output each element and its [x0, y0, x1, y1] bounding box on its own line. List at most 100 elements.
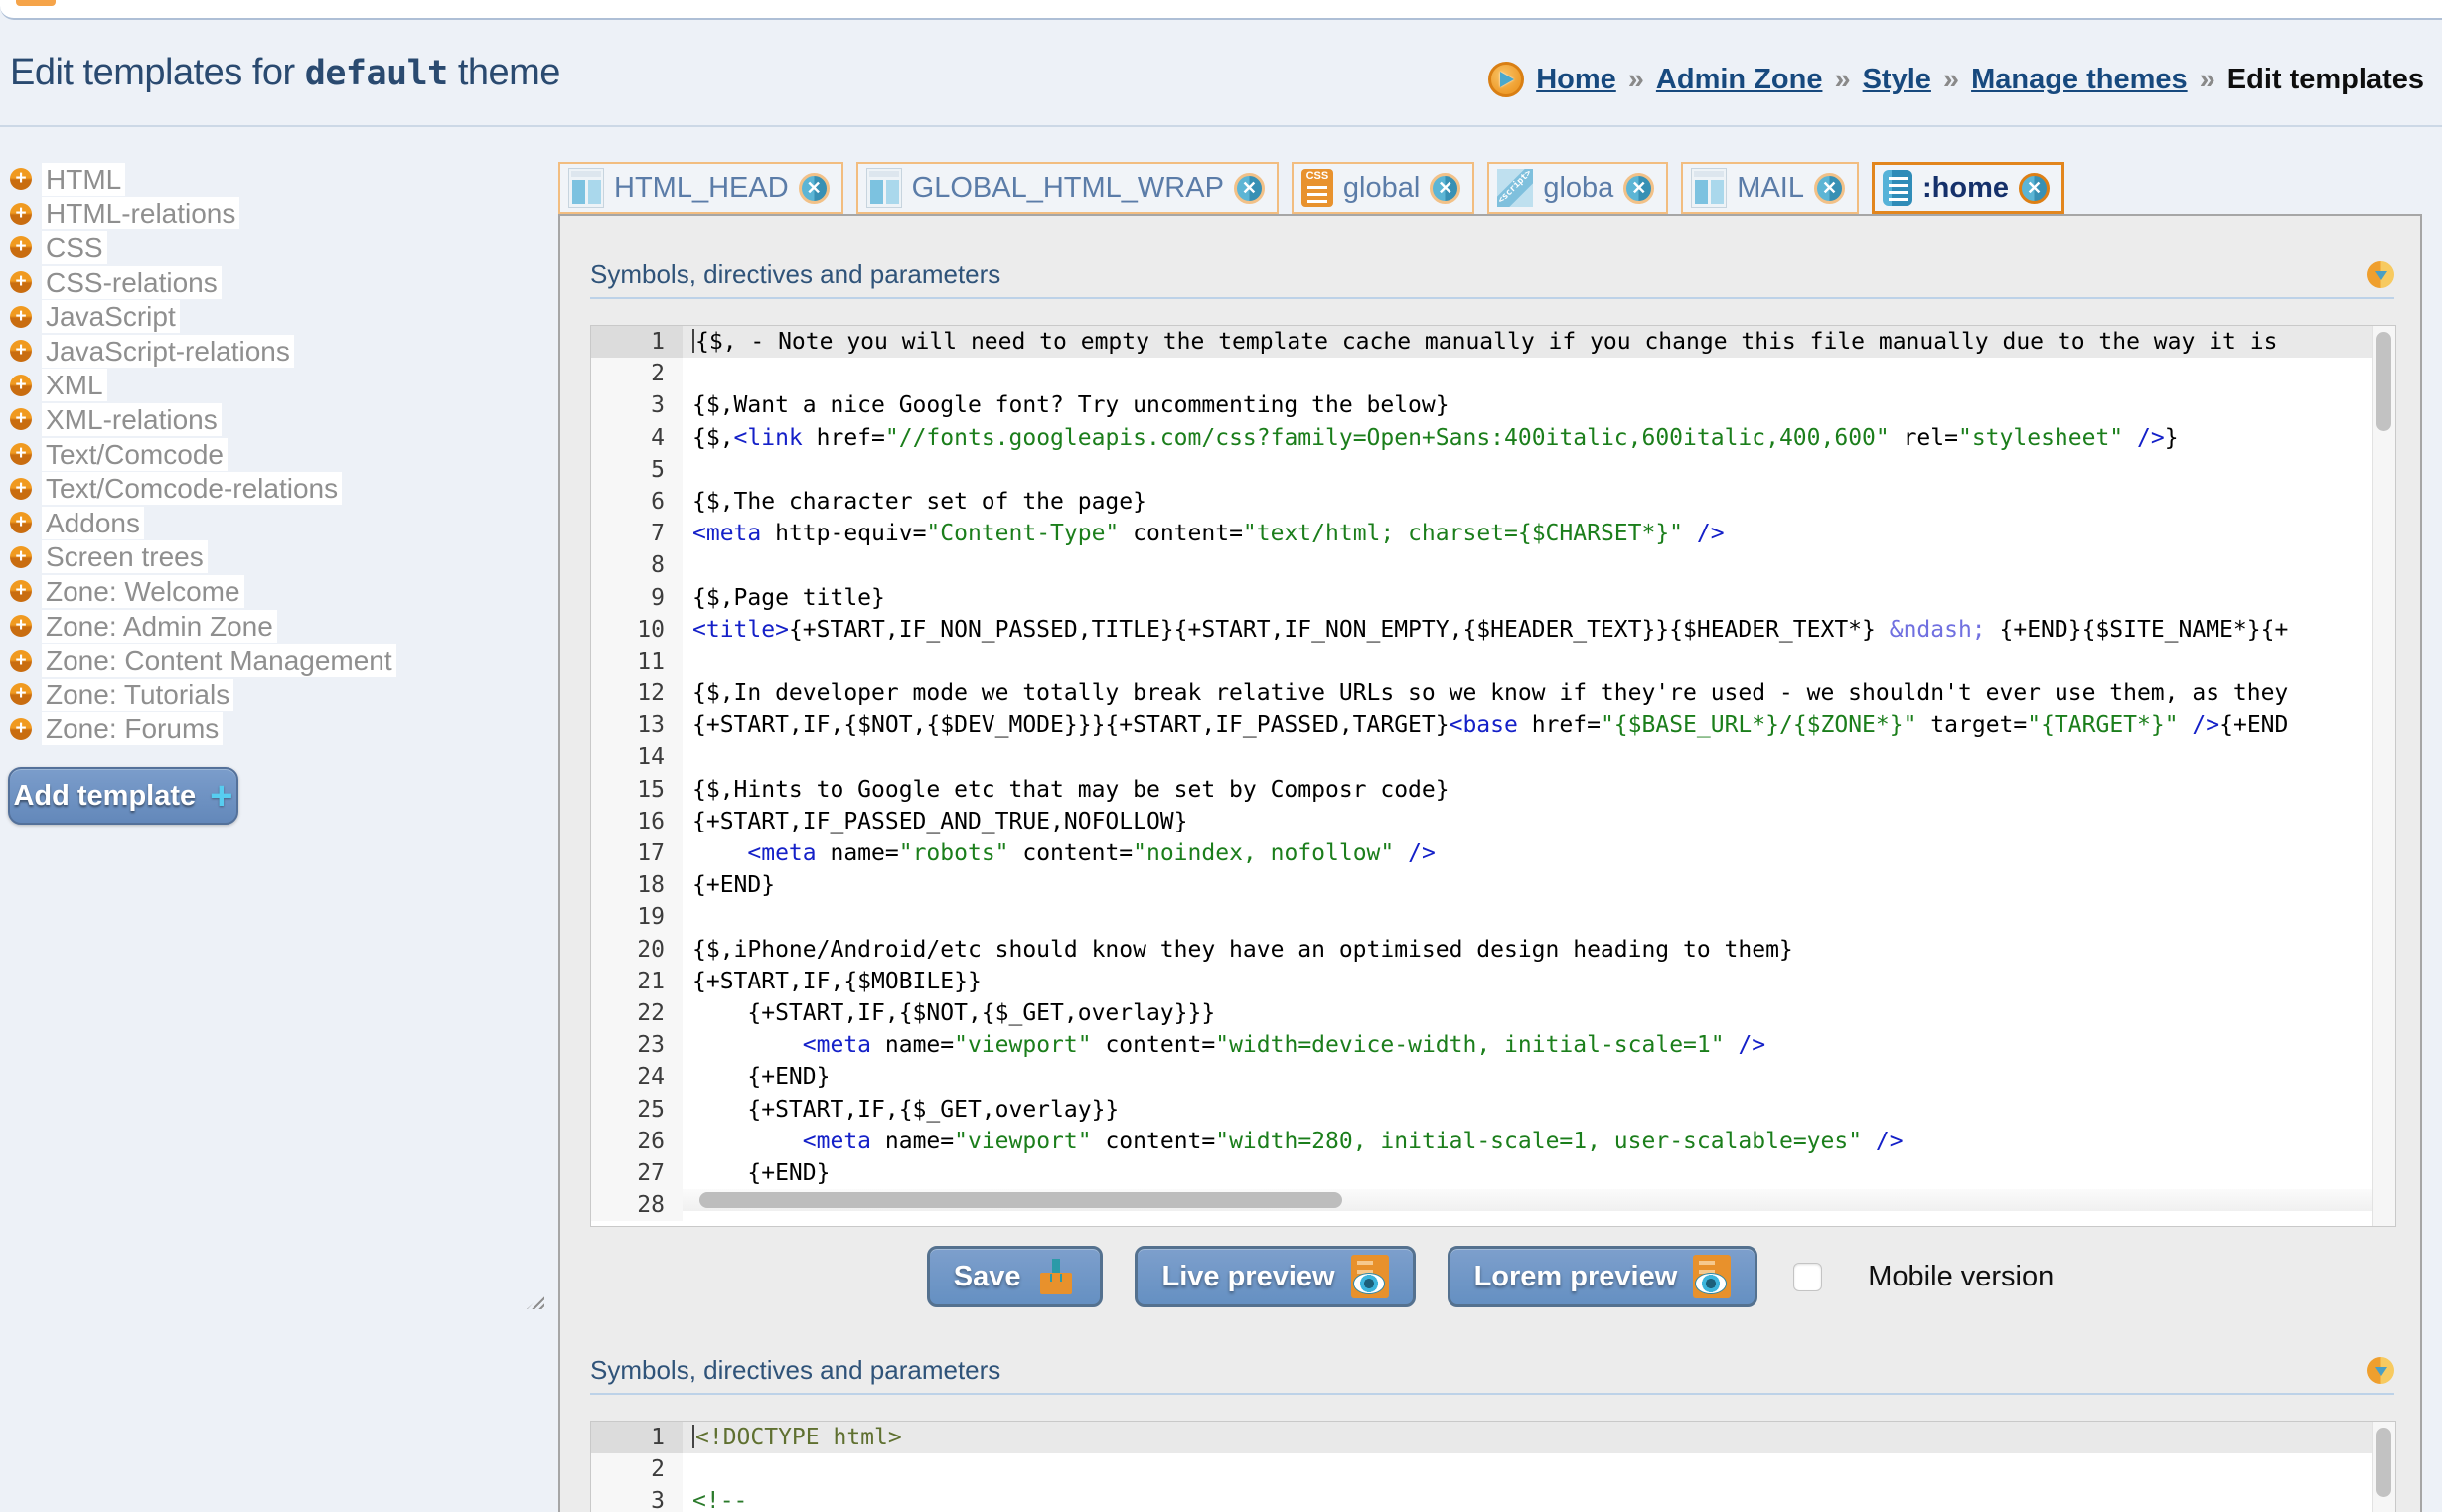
- sidebar-item-text-comcode[interactable]: +Text/Comcode: [10, 437, 546, 472]
- template-editor-main[interactable]: 1{$, - Note you will need to empty the t…: [590, 325, 2396, 1227]
- close-icon[interactable]: ✕: [2019, 173, 2050, 204]
- sidebar-item-addons[interactable]: +Addons: [10, 506, 546, 540]
- sidebar-item-label: Zone: Admin Zone: [42, 610, 277, 643]
- line-number: 12: [591, 678, 683, 709]
- plus-circle-icon: +: [10, 236, 32, 258]
- code-line: 11: [591, 646, 2395, 678]
- sidebar-item-css[interactable]: + CSS: [10, 230, 546, 265]
- tab-label: GLOBAL_HTML_WRAP: [912, 172, 1224, 205]
- close-icon[interactable]: ✕: [1234, 173, 1265, 204]
- code-text: {+START,IF,{$NOT,{$DEV_MODE}}}{+START,IF…: [683, 709, 2395, 741]
- code-text: [683, 901, 2395, 933]
- save-button[interactable]: Save: [927, 1246, 1104, 1307]
- sidebar-item-screen-trees[interactable]: +Screen trees: [10, 540, 546, 575]
- code-text: [683, 1453, 2395, 1485]
- plus-circle-icon: +: [10, 408, 32, 430]
- tab-global-html-wrap[interactable]: GLOBAL_HTML_WRAP ✕: [856, 162, 1279, 214]
- plus-circle-icon: +: [10, 271, 32, 293]
- add-template-button[interactable]: Add template +: [8, 767, 238, 825]
- code-text: {$,Page title}: [683, 582, 2395, 614]
- preview-eye-icon: [1693, 1255, 1731, 1298]
- sidebar-item-zone-tutorials[interactable]: +Zone: Tutorials: [10, 678, 546, 712]
- code-text: {+START,IF,{$_GET,overlay}}: [683, 1094, 2395, 1126]
- page-layout-icon: [1691, 168, 1727, 208]
- plus-circle-icon: +: [10, 478, 32, 500]
- tab-home[interactable]: :home ✕: [1872, 162, 2064, 214]
- close-icon[interactable]: ✕: [1814, 173, 1845, 204]
- breadcrumb-admin-zone[interactable]: Admin Zone: [1656, 64, 1823, 96]
- code-text: <title>{+START,IF_NON_PASSED,TITLE}{+STA…: [683, 614, 2395, 646]
- sidebar-item-javascript-relations[interactable]: +JavaScript-relations: [10, 334, 546, 369]
- sidebar-item-label: CSS: [42, 231, 107, 264]
- section-toggle-icon[interactable]: [2367, 261, 2394, 288]
- save-button-label: Save: [954, 1261, 1021, 1293]
- code-text: {$, - Note you will need to empty the te…: [683, 326, 2395, 358]
- plus-circle-icon: +: [10, 718, 32, 740]
- plus-circle-icon: +: [10, 306, 32, 328]
- text-cursor: [692, 1425, 694, 1448]
- close-icon[interactable]: ✕: [1430, 173, 1460, 204]
- resize-grip-icon[interactable]: [527, 1293, 544, 1309]
- tab-globa[interactable]: globa✕: [1487, 162, 1668, 214]
- sidebar-item-xml-relations[interactable]: +XML-relations: [10, 402, 546, 437]
- tab-html-head[interactable]: HTML_HEAD✕: [558, 162, 843, 214]
- code-lines: 1<!DOCTYPE html>23<!--4Powered by {$BRAN…: [591, 1422, 2395, 1512]
- tab-mail[interactable]: MAIL✕: [1681, 162, 1859, 214]
- sidebar-item-label: HTML: [42, 163, 125, 196]
- sidebar-item-zone-welcome[interactable]: +Zone: Welcome: [10, 574, 546, 609]
- breadcrumb-home-icon[interactable]: [1488, 62, 1524, 97]
- vertical-scrollbar[interactable]: [2372, 326, 2395, 1226]
- horizontal-scrollbar[interactable]: [683, 1189, 2373, 1211]
- code-line: 6{$,The character set of the page}: [591, 486, 2395, 518]
- mobile-version-checkbox[interactable]: [1793, 1263, 1822, 1291]
- line-number: 2: [591, 1453, 683, 1485]
- sidebar-item-text-comcode-relations[interactable]: +Text/Comcode-relations: [10, 471, 546, 506]
- code-line: 26 <meta name="viewport" content="width=…: [591, 1126, 2395, 1157]
- tab-global[interactable]: CSSglobal✕: [1292, 162, 1474, 214]
- close-icon[interactable]: ✕: [799, 173, 830, 204]
- code-line: 1<!DOCTYPE html>: [591, 1422, 2395, 1453]
- sidebar-item-html[interactable]: +HTML: [10, 162, 546, 197]
- sidebar-item-javascript[interactable]: +JavaScript: [10, 299, 546, 334]
- sidebar-item-xml[interactable]: + XML: [10, 369, 546, 403]
- sidebar-item-html-relations[interactable]: +HTML-relations: [10, 197, 546, 231]
- sidebar-item-zone-content-management[interactable]: +Zone: Content Management: [10, 643, 546, 678]
- code-line: 17 <meta name="robots" content="noindex,…: [591, 837, 2395, 869]
- template-editor-secondary[interactable]: 1<!DOCTYPE html>23<!--4Powered by {$BRAN…: [590, 1421, 2396, 1512]
- sidebar-item-zone-forums[interactable]: +Zone: Forums: [10, 712, 546, 747]
- sidebar-item-label: Zone: Content Management: [42, 644, 396, 677]
- sidebar-item-zone-admin-zone[interactable]: + Zone: Admin Zone: [10, 609, 546, 644]
- tab-label: :home: [1922, 172, 2009, 205]
- live-preview-button[interactable]: Live preview: [1135, 1246, 1415, 1307]
- code-text: [683, 549, 2395, 581]
- code-line: 27 {+END}: [591, 1157, 2395, 1189]
- sidebar-item-label: XML: [42, 369, 107, 401]
- plus-circle-icon: +: [10, 683, 32, 705]
- sidebar-item-label: Screen trees: [42, 540, 208, 573]
- code-line: 22 {+START,IF,{$NOT,{$_GET,overlay}}}: [591, 997, 2395, 1029]
- lorem-preview-button[interactable]: Lorem preview: [1448, 1246, 1758, 1307]
- vertical-scrollbar[interactable]: [2372, 1422, 2395, 1512]
- vertical-scrollbar-thumb[interactable]: [2376, 1428, 2391, 1497]
- line-number: 18: [591, 869, 683, 901]
- top-strip: [0, 0, 2442, 20]
- plus-circle-icon: +: [10, 512, 32, 533]
- line-number: 23: [591, 1029, 683, 1061]
- sidebar-item-label: Text/Comcode: [42, 438, 228, 471]
- plus-circle-icon: +: [10, 375, 32, 396]
- breadcrumb-manage-themes[interactable]: Manage themes: [1971, 64, 2188, 96]
- vertical-scrollbar-thumb[interactable]: [2376, 332, 2391, 431]
- plus-circle-icon: +: [10, 615, 32, 637]
- horizontal-scrollbar-thumb[interactable]: [699, 1192, 1342, 1208]
- book-icon: [1883, 170, 1912, 206]
- breadcrumb-style[interactable]: Style: [1863, 64, 1931, 96]
- close-icon[interactable]: ✕: [1623, 173, 1654, 204]
- section-toggle-icon[interactable]: [2367, 1357, 2394, 1384]
- mobile-version-label: Mobile version: [1868, 1261, 2054, 1293]
- code-line: 1{$, - Note you will need to empty the t…: [591, 326, 2395, 358]
- sidebar-item-css-relations[interactable]: +CSS-relations: [10, 265, 546, 300]
- code-line: 25 {+START,IF,{$_GET,overlay}}: [591, 1094, 2395, 1126]
- code-text: <meta name="viewport" content="width=280…: [683, 1126, 2395, 1157]
- breadcrumb-home[interactable]: Home: [1536, 64, 1616, 96]
- breadcrumb-separator: »: [1943, 64, 1959, 96]
